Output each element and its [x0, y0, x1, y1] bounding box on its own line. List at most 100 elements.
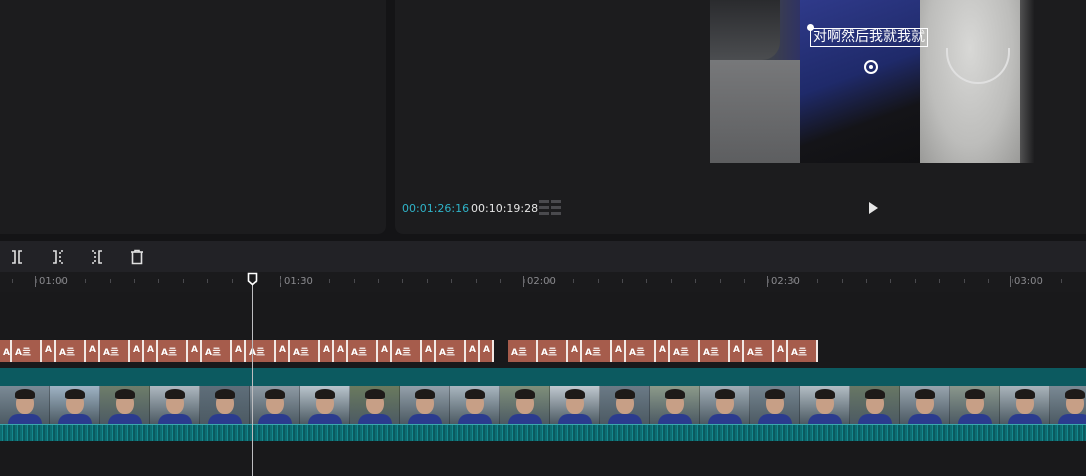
text-clip-label: A — [571, 345, 578, 355]
ruler-tick — [402, 279, 403, 283]
video-preview[interactable]: 对啊然后我就我就 — [710, 0, 1034, 163]
text-clip[interactable]: A亖 — [12, 340, 42, 362]
text-clip[interactable]: A — [334, 340, 348, 362]
text-clip[interactable]: A — [730, 340, 744, 362]
ruler-tick — [793, 279, 794, 283]
video-thumbnail — [100, 386, 150, 424]
video-thumbnail — [650, 386, 700, 424]
text-clip-label: A亖 — [3, 348, 10, 358]
ruler-tick — [61, 279, 62, 283]
ruler-tick — [207, 279, 208, 283]
video-thumbnail — [450, 386, 500, 424]
preview-scene-jacket — [800, 0, 930, 163]
text-clip-label: A亖 — [585, 348, 601, 358]
text-clip[interactable]: A亖 — [744, 340, 774, 362]
video-thumbnail — [600, 386, 650, 424]
text-clip[interactable]: A — [276, 340, 290, 362]
ruler-tick — [232, 279, 233, 283]
ruler-tick — [695, 279, 696, 283]
text-clip-label: A亖 — [205, 348, 221, 358]
video-thumbnail — [50, 386, 100, 424]
text-clip-label: A亖 — [629, 348, 645, 358]
rotate-handle-icon[interactable] — [864, 60, 878, 74]
video-thumbnail — [850, 386, 900, 424]
text-clip-label: A亖 — [161, 348, 177, 358]
video-thumbnail — [350, 386, 400, 424]
ruler-tick — [890, 279, 891, 283]
text-clip[interactable]: A — [232, 340, 246, 362]
text-clip[interactable]: A亖 — [788, 340, 818, 362]
text-clip[interactable]: A — [144, 340, 158, 362]
video-thumbnail — [250, 386, 300, 424]
text-clip[interactable]: A — [480, 340, 494, 362]
ruler-label: 02:00 — [523, 276, 556, 287]
text-clip[interactable]: A — [568, 340, 582, 362]
text-clip[interactable]: A — [422, 340, 436, 362]
text-clip[interactable]: A — [130, 340, 144, 362]
text-clip-label: A — [191, 345, 198, 355]
ruler-tick — [85, 279, 86, 283]
text-clip[interactable]: A — [612, 340, 626, 362]
ruler-tick — [451, 279, 452, 283]
ruler-tick — [378, 279, 379, 283]
video-thumbnail — [750, 386, 800, 424]
video-thumbnail — [500, 386, 550, 424]
text-clip[interactable]: A亖 — [700, 340, 730, 362]
text-clip[interactable]: A亖 — [100, 340, 130, 362]
text-clip[interactable]: A亖 — [0, 340, 12, 362]
text-clip[interactable]: A — [86, 340, 100, 362]
text-track[interactable]: A亖A亖AA亖AA亖AAA亖AA亖AA亖AA亖AAA亖AA亖AA亖AAA亖A亖A… — [0, 340, 818, 362]
ruler-tick — [720, 279, 721, 283]
ruler-tick — [183, 279, 184, 283]
ruler-tick — [842, 279, 843, 283]
playhead-handle[interactable] — [247, 272, 258, 286]
subtitle-overlay[interactable]: 对啊然后我就我就 — [810, 28, 928, 47]
audio-waveform-track[interactable] — [0, 424, 1086, 441]
text-clip[interactable]: A亖 — [348, 340, 378, 362]
playhead-line — [252, 282, 253, 476]
text-clip[interactable]: A亖 — [158, 340, 188, 362]
text-clip-label: A — [615, 345, 622, 355]
text-clip[interactable]: A亖 — [538, 340, 568, 362]
time-ruler[interactable]: 01:00 01:30 02:00 02:30 03:00 — [0, 272, 1086, 292]
text-clip[interactable]: A亖 — [436, 340, 466, 362]
current-timecode: 00:01:26:16 — [402, 202, 470, 215]
preview-scene-road — [710, 60, 800, 163]
trim-right-button[interactable] — [88, 248, 106, 266]
text-clip-label: A — [659, 345, 666, 355]
ruler-tick — [768, 279, 769, 283]
grid-icon[interactable] — [539, 200, 561, 216]
text-clip[interactable]: A亖 — [246, 340, 276, 362]
ruler-tick — [622, 279, 623, 283]
split-button[interactable] — [8, 248, 26, 266]
text-clip[interactable]: A亖 — [202, 340, 232, 362]
text-clip[interactable]: A亖 — [670, 340, 700, 362]
text-clip[interactable]: A — [466, 340, 480, 362]
text-clip[interactable]: A — [774, 340, 788, 362]
text-clip[interactable]: A亖 — [290, 340, 320, 362]
text-clip[interactable]: A — [42, 340, 56, 362]
video-track[interactable] — [0, 386, 1086, 424]
text-clip[interactable]: A — [656, 340, 670, 362]
text-clip[interactable]: A — [320, 340, 334, 362]
delete-button[interactable] — [128, 248, 146, 266]
text-clip-label: A亖 — [541, 348, 557, 358]
text-clip[interactable]: A亖 — [56, 340, 86, 362]
text-clip[interactable]: A — [378, 340, 392, 362]
text-clip[interactable]: A亖 — [392, 340, 422, 362]
text-clip[interactable]: A — [188, 340, 202, 362]
text-clip[interactable]: A亖 — [582, 340, 612, 362]
text-clip[interactable]: A亖 — [508, 340, 538, 362]
text-clip-label: A亖 — [703, 348, 719, 358]
text-clip[interactable]: A亖 — [626, 340, 656, 362]
ruler-tick — [329, 279, 330, 283]
ruler-tick — [964, 279, 965, 283]
play-button[interactable] — [865, 200, 881, 216]
text-clip-label: A — [133, 345, 140, 355]
text-clip-label: A亖 — [511, 348, 527, 358]
ruler-tick — [1037, 279, 1038, 283]
trim-left-button[interactable] — [49, 248, 67, 266]
text-clip-label: A亖 — [293, 348, 309, 358]
ruler-tick — [817, 279, 818, 283]
text-clip-label: A亖 — [395, 348, 411, 358]
